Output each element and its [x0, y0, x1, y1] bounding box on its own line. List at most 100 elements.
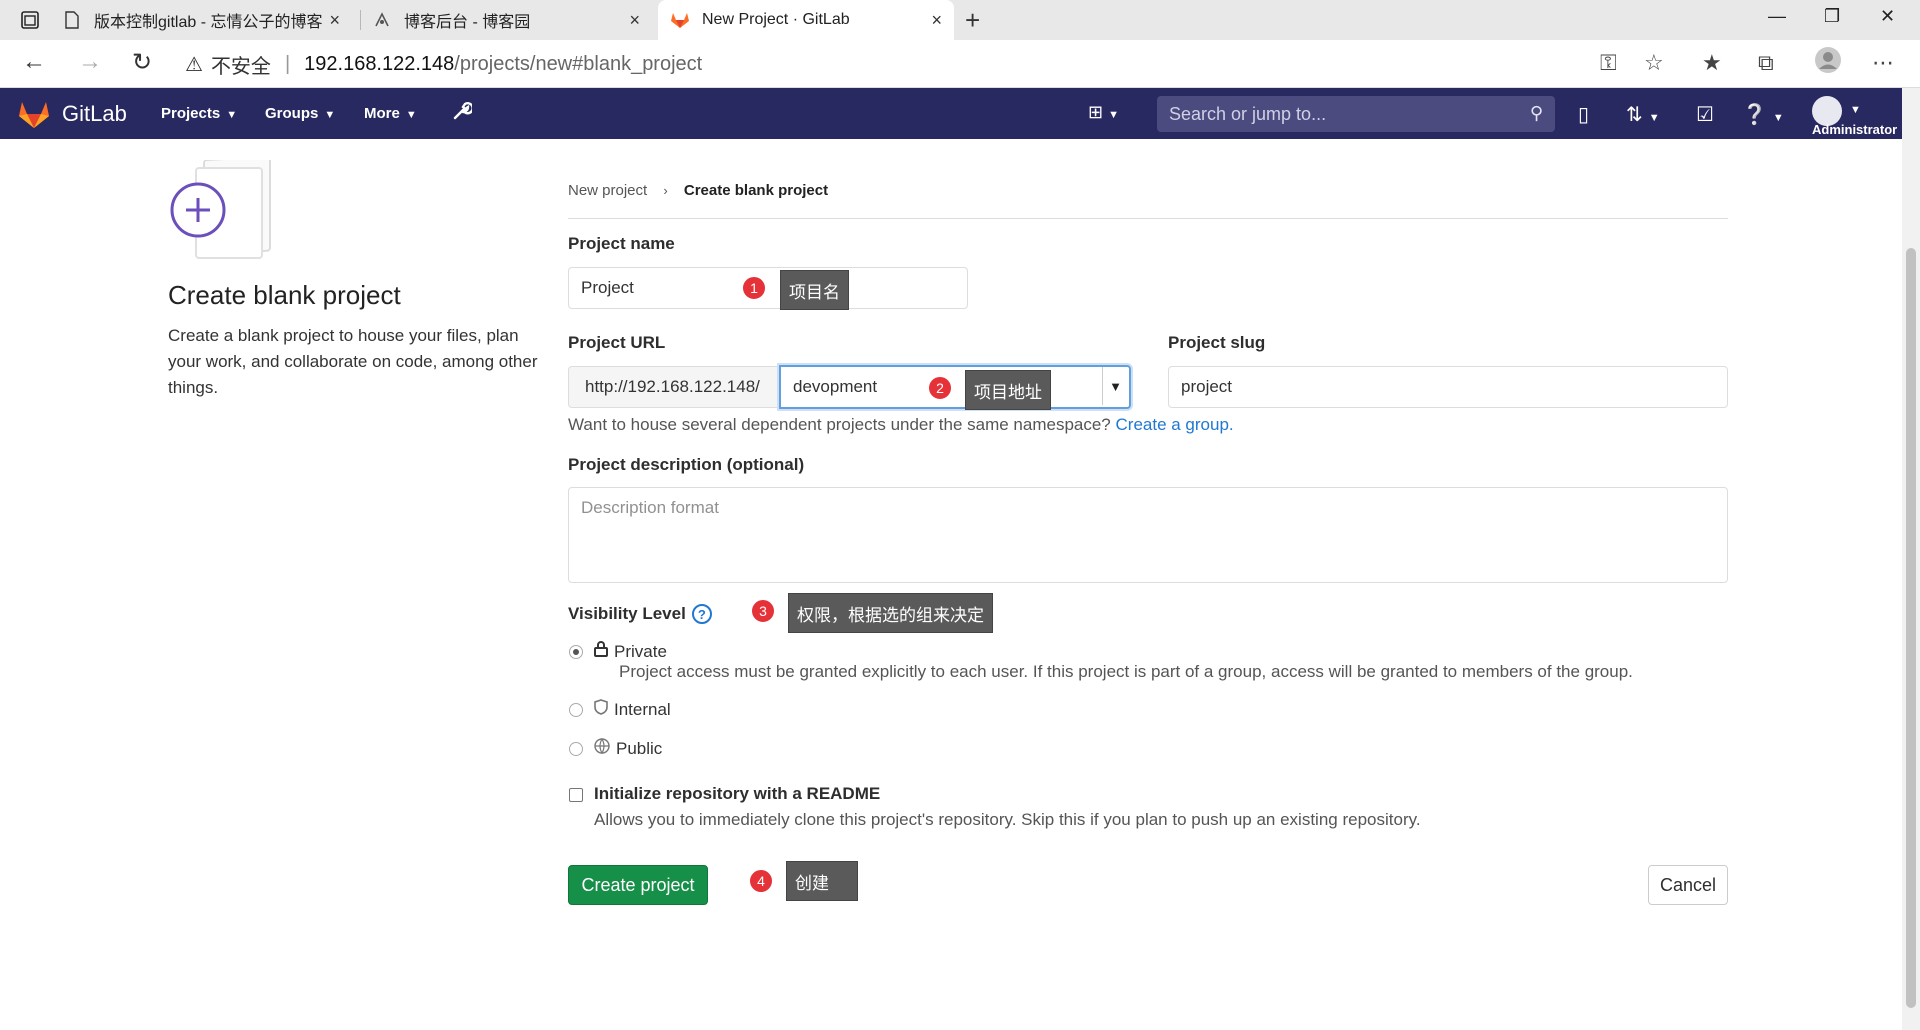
visibility-private-label[interactable]: Private — [594, 641, 667, 662]
tab-title: 版本控制gitlab - 忘情公子的博客 — [94, 14, 323, 31]
nav-more[interactable]: More ▼ — [364, 105, 417, 122]
scrollbar-thumb[interactable] — [1906, 248, 1916, 1008]
annotation-tooltip: 创建 — [786, 861, 858, 901]
reload-icon[interactable]: ↻ — [132, 48, 152, 77]
divider — [568, 218, 1728, 219]
window-close-icon[interactable]: ✕ — [1880, 6, 1895, 27]
browser-tab-gitlab[interactable]: New Project · GitLab × — [658, 0, 954, 40]
tab-title: New Project · GitLab — [702, 11, 850, 28]
forward-arrow-icon[interactable]: → — [78, 48, 102, 76]
chevron-down-icon: ▼ — [226, 109, 238, 121]
annotation-tooltip: 项目名 — [780, 270, 849, 310]
nav-groups[interactable]: Groups ▼ — [265, 105, 335, 122]
help-icon[interactable]: ❔ ▼ — [1742, 102, 1784, 127]
breadcrumb-current: Create blank project — [683, 182, 829, 199]
browser-tab-strip: 版本控制gitlab - 忘情公子的博客 × 博客后台 - 博客园 × New … — [0, 0, 1920, 40]
todos-icon[interactable]: ☑ — [1696, 102, 1714, 127]
tab-close-icon[interactable]: × — [329, 10, 340, 31]
page-icon — [62, 10, 82, 30]
browser-tab-blog-admin[interactable]: 博客后台 - 博客园 × — [372, 0, 652, 40]
globe-icon — [594, 738, 610, 759]
favorites-icon[interactable]: ★ — [1702, 50, 1722, 76]
visibility-internal-label[interactable]: Internal — [594, 699, 671, 720]
breadcrumb-new-project[interactable]: New project — [568, 182, 647, 199]
maximize-icon[interactable]: ❐ — [1824, 6, 1840, 27]
gitlab-tanuki-icon — [670, 10, 690, 30]
security-label: 不安全 — [210, 55, 271, 78]
page-description: Create a blank project to house your fil… — [168, 326, 538, 397]
readme-checkbox[interactable] — [569, 788, 583, 802]
gitlab-logo-icon[interactable] — [18, 99, 50, 134]
shield-icon — [594, 699, 608, 720]
cancel-button[interactable]: Cancel — [1648, 865, 1728, 905]
chevron-down-icon: ▼ — [324, 109, 336, 121]
tab-title: 博客后台 - 博客园 — [404, 14, 531, 31]
project-name-label: Project name — [568, 234, 675, 253]
chevron-down-icon: ▼ — [405, 109, 417, 121]
tab-close-icon[interactable]: × — [629, 10, 640, 31]
create-group-link[interactable]: Create a group. — [1116, 415, 1234, 434]
help-question-icon[interactable]: ? — [691, 604, 712, 624]
address-bar[interactable]: ⚠ 不安全 | 192.168.122.148 /projects/new#bl… — [185, 46, 1675, 82]
admin-wrench-icon[interactable] — [452, 101, 474, 127]
url-prefix: http://192.168.122.148/ — [568, 366, 781, 408]
url-host: 192.168.122.148 — [304, 52, 455, 75]
visibility-private-radio[interactable] — [569, 645, 583, 659]
gitlab-brand[interactable]: GitLab — [62, 101, 127, 127]
description-label: Project description (optional) — [568, 455, 805, 474]
annotation-badge: 4 — [748, 868, 774, 894]
page-scrollbar[interactable] — [1902, 88, 1920, 1030]
browser-tab-blog[interactable]: 版本控制gitlab - 忘情公子的博客 × — [62, 0, 352, 40]
visibility-public-label[interactable]: Public — [594, 738, 662, 759]
chevron-down-icon[interactable]: ▼ — [1102, 367, 1128, 405]
visibility-level-label: Visibility Level ? — [568, 604, 712, 624]
readme-description: Allows you to immediately clone this pro… — [594, 810, 1421, 829]
address-separator: | — [284, 52, 291, 75]
project-name-input[interactable]: Project — [568, 267, 968, 309]
description-textarea[interactable]: Description format — [568, 487, 1728, 583]
issues-icon[interactable]: ▯ — [1578, 102, 1589, 127]
more-options-icon[interactable]: ⋯ — [1872, 50, 1894, 76]
blank-project-illustration — [168, 155, 278, 265]
new-tab-button[interactable]: + — [965, 5, 980, 36]
annotation-tooltip: 权限，根据选的组来决定 — [788, 593, 993, 633]
username-label: Administrator — [1812, 122, 1898, 137]
key-icon[interactable]: ⚿ — [1600, 50, 1617, 76]
namespace-help: Want to house several dependent projects… — [568, 415, 1234, 434]
profile-icon[interactable] — [1814, 46, 1842, 80]
minimize-icon[interactable]: — — [1768, 6, 1786, 27]
browser-toolbar: ← → ↻ ⚠ 不安全 | 192.168.122.148 /projects/… — [0, 40, 1920, 88]
annotation-badge: 2 — [927, 375, 953, 401]
search-input[interactable]: Search or jump to... ⚲ — [1157, 96, 1555, 132]
new-item-plus-icon[interactable]: ⊞ ▼ — [1088, 102, 1119, 123]
gitlab-header: GitLab Projects ▼ Groups ▼ More ▼ ⊞ ▼ Searc… — [0, 88, 1902, 139]
breadcrumb: New project › Create blank project — [568, 182, 828, 199]
chevron-down-icon[interactable]: ▼ — [1850, 104, 1861, 116]
private-description: Project access must be granted explicitl… — [619, 662, 1633, 681]
visibility-public-radio[interactable] — [569, 742, 583, 756]
create-project-button[interactable]: Create project — [568, 865, 708, 905]
lock-icon — [594, 641, 608, 662]
annotation-badge: 3 — [750, 598, 776, 624]
add-favorite-icon[interactable]: ☆ — [1644, 50, 1664, 76]
visibility-internal-radio[interactable] — [569, 703, 583, 717]
page-title: Create blank project — [168, 280, 401, 310]
tab-close-icon[interactable]: × — [931, 10, 942, 31]
back-arrow-icon[interactable]: ← — [22, 48, 46, 76]
merge-requests-icon[interactable]: ⇅ ▼ — [1626, 102, 1660, 127]
project-slug-input[interactable]: project — [1168, 366, 1728, 408]
project-url-label: Project URL — [568, 333, 666, 352]
project-slug-label: Project slug — [1168, 333, 1266, 352]
readme-label[interactable]: Initialize repository with a README — [594, 784, 880, 804]
namespace-select[interactable]: devopment — [779, 365, 1131, 409]
cnblogs-icon — [372, 10, 392, 30]
annotation-badge: 1 — [741, 275, 767, 301]
search-icon: ⚲ — [1529, 103, 1543, 123]
warning-icon: ⚠ — [185, 53, 203, 76]
collections-icon[interactable]: ⧉ — [1758, 50, 1774, 76]
tab-actions-icon[interactable] — [18, 8, 42, 32]
breadcrumb-separator: › — [663, 183, 668, 198]
url-path: /projects/new#blank_project — [454, 52, 703, 75]
annotation-tooltip: 项目地址 — [965, 370, 1051, 410]
nav-projects[interactable]: Projects ▼ — [161, 105, 237, 122]
